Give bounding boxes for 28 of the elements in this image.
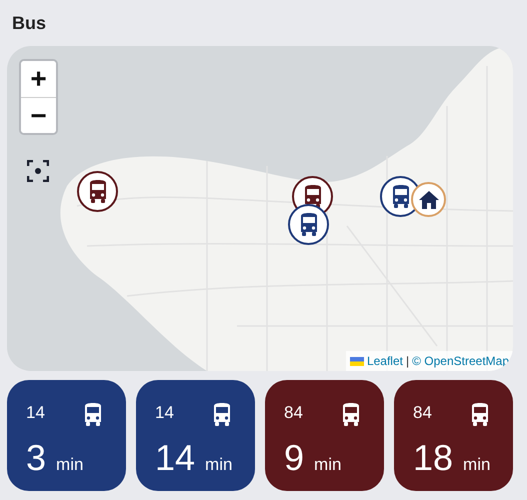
route-number: 14 bbox=[155, 403, 174, 423]
route-number: 84 bbox=[413, 403, 432, 423]
minutes-unit: min bbox=[314, 454, 342, 476]
page-title: Bus bbox=[11, 12, 48, 35]
route-number: 14 bbox=[26, 403, 45, 423]
leaflet-link[interactable]: Leaflet bbox=[366, 352, 403, 370]
minutes-unit: min bbox=[463, 454, 490, 476]
bus-icon bbox=[82, 403, 104, 427]
minutes-unit: min bbox=[205, 454, 232, 476]
attribution-separator: | bbox=[406, 353, 410, 370]
minutes-value: 18 bbox=[413, 440, 454, 476]
bus-icon bbox=[340, 403, 362, 427]
minutes-unit: min bbox=[56, 454, 84, 476]
map[interactable]: + − Leaflet | © OpenStreetMap bbox=[7, 46, 513, 371]
zoom-out-button[interactable]: − bbox=[21, 97, 56, 133]
minutes-value: 9 bbox=[284, 440, 304, 476]
arrival-card[interactable]: 84 9 min bbox=[265, 380, 384, 491]
minutes-value: 3 bbox=[26, 440, 46, 476]
arrival-card[interactable]: 84 18 min bbox=[394, 380, 513, 491]
flag-icon bbox=[350, 356, 364, 366]
route-number: 84 bbox=[284, 403, 303, 423]
arrival-card[interactable]: 14 3 min bbox=[7, 380, 126, 491]
locate-icon[interactable] bbox=[27, 160, 49, 182]
bus-icon bbox=[211, 403, 233, 427]
openstreetmap-link[interactable]: © OpenStreetMap bbox=[412, 352, 509, 370]
minutes-value: 14 bbox=[155, 440, 196, 476]
bus-icon bbox=[469, 403, 491, 427]
arrival-card[interactable]: 14 14 min bbox=[136, 380, 255, 491]
